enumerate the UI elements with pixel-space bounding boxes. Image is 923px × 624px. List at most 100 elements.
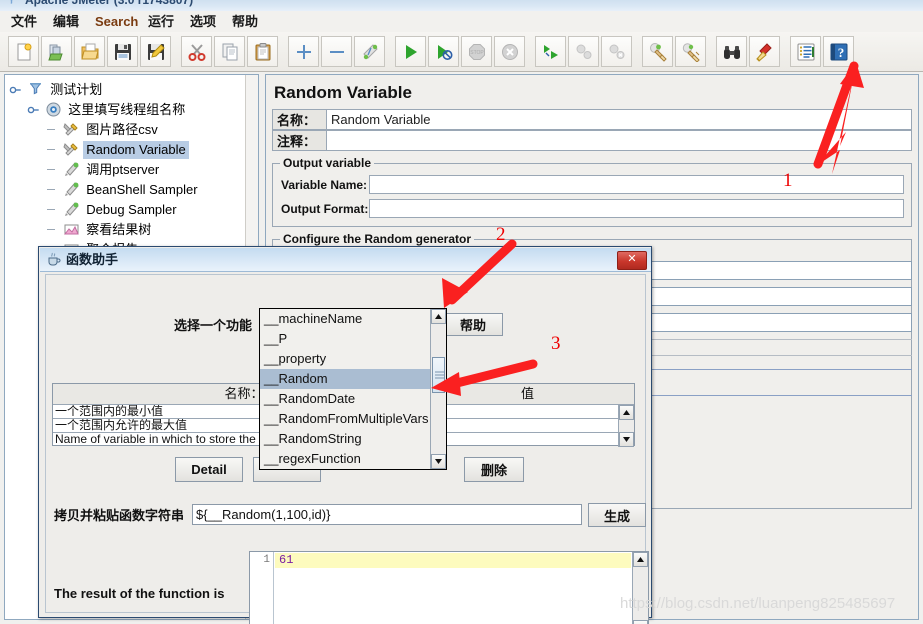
- start-button[interactable]: [395, 36, 426, 67]
- dialog-title: 函数助手: [66, 252, 119, 267]
- variable-name-label: Variable Name:: [281, 178, 368, 192]
- variable-name-input[interactable]: [369, 175, 904, 194]
- reset-search-button[interactable]: [749, 36, 780, 67]
- clear-button[interactable]: [642, 36, 673, 67]
- tree-node-label: 测试计划: [50, 81, 103, 97]
- tree-expand-handle-icon[interactable]: [9, 83, 23, 97]
- tree-node-csv-config[interactable]: 图片路径csv: [5, 119, 247, 139]
- dropdown-item-randomstring[interactable]: __RandomString: [260, 429, 430, 449]
- dropdown-item-random[interactable]: __Random: [260, 369, 430, 389]
- param-value[interactable]: [437, 433, 619, 446]
- dropdown-item-randomfrommultiplevars[interactable]: __RandomFromMultipleVars: [260, 409, 430, 429]
- param-value[interactable]: [437, 419, 619, 432]
- menu-run[interactable]: 运行: [143, 13, 179, 30]
- scroll-down-icon[interactable]: [619, 432, 634, 447]
- annotation-3: 3: [551, 333, 561, 354]
- dropdown-item-property[interactable]: __property: [260, 349, 430, 369]
- tree-node-debug-sampler[interactable]: Debug Sampler: [5, 199, 247, 219]
- name-field-row: 名称： Random Variable: [272, 109, 912, 130]
- tree-elbow-icon: [45, 221, 59, 238]
- scissors-icon: [188, 43, 205, 61]
- open-button[interactable]: [74, 36, 105, 67]
- tree-node-label: 察看结果树: [86, 221, 152, 237]
- function-helper-icon: [797, 43, 814, 60]
- menu-help[interactable]: 帮助: [227, 13, 263, 30]
- comment-input[interactable]: [326, 130, 912, 151]
- tree-expand-handle-icon[interactable]: [27, 103, 41, 117]
- copy-icon: [222, 43, 237, 60]
- menu-search[interactable]: Search: [90, 13, 143, 30]
- help-dialog-button[interactable]: 帮助: [443, 313, 503, 336]
- expand-button[interactable]: [288, 36, 319, 67]
- menu-options[interactable]: 选项: [185, 13, 221, 30]
- scroll-down-icon[interactable]: [633, 620, 648, 624]
- function-string-input[interactable]: ${__Random(1,100,id)}: [192, 504, 582, 525]
- scroll-up-icon[interactable]: [431, 309, 446, 324]
- tree-node-thread-group[interactable]: 这里填写线程组名称: [5, 99, 247, 119]
- dropdown-item-regexfunction[interactable]: __regexFunction: [260, 449, 430, 469]
- tree-node-test-plan[interactable]: 测试计划: [5, 79, 247, 99]
- templates-icon: [47, 44, 63, 60]
- menu-edit[interactable]: 编辑: [48, 13, 84, 30]
- dropdown-item-randomdate[interactable]: __RandomDate: [260, 389, 430, 409]
- scroll-up-icon[interactable]: [633, 552, 648, 567]
- dropdown-item-machinename[interactable]: __machineName: [260, 309, 430, 329]
- remote-shutdown-all-button: [601, 36, 632, 67]
- function-select-dropdown[interactable]: __machineName __P __property __Random __…: [259, 308, 447, 470]
- open-folder-icon: [80, 43, 99, 59]
- new-button[interactable]: [8, 36, 39, 67]
- table-vertical-scrollbar[interactable]: [618, 405, 634, 447]
- result-value: 61: [279, 553, 294, 567]
- output-format-input[interactable]: [369, 199, 904, 218]
- generate-button[interactable]: 生成: [588, 503, 646, 527]
- remote-start-all-button[interactable]: [535, 36, 566, 67]
- templates-button[interactable]: [41, 36, 72, 67]
- remote-start-icon: [543, 44, 558, 59]
- new-document-icon: [17, 43, 31, 60]
- stop-sign-icon: STOP: [468, 43, 485, 60]
- play-green-icon: [405, 44, 417, 59]
- close-icon[interactable]: ✕: [617, 251, 647, 270]
- toggle-pins-icon: [362, 43, 378, 59]
- delete-button[interactable]: 删除: [464, 457, 524, 482]
- scroll-down-icon[interactable]: [431, 454, 446, 469]
- save-as-icon: [147, 43, 165, 60]
- result-vertical-scrollbar[interactable]: [632, 552, 648, 624]
- column-header-value: 值: [520, 386, 534, 401]
- function-result-area[interactable]: 1 61: [249, 551, 649, 624]
- menu-file[interactable]: 文件: [6, 13, 42, 30]
- help-button[interactable]: ?: [823, 36, 854, 67]
- clear-all-button[interactable]: [675, 36, 706, 67]
- dropdown-item-p[interactable]: __P: [260, 329, 430, 349]
- save-button[interactable]: [107, 36, 138, 67]
- save-as-button[interactable]: [140, 36, 171, 67]
- dialog-titlebar: 函数助手 ✕: [40, 248, 651, 272]
- help-book-icon: ?: [830, 43, 847, 60]
- tree-node-call-ptserver[interactable]: 调用ptserver: [5, 159, 247, 179]
- remote-stop-all-button: [568, 36, 599, 67]
- tree-node-view-results-tree[interactable]: 察看结果树: [5, 219, 247, 239]
- tree-node-label: Debug Sampler: [86, 201, 177, 217]
- tree-elbow-icon: [45, 121, 59, 138]
- paste-button[interactable]: [247, 36, 278, 67]
- output-format-label: Output Format:: [281, 202, 369, 216]
- scroll-up-icon[interactable]: [619, 405, 634, 420]
- function-string-label: 拷贝并粘贴函数字符串: [54, 508, 185, 523]
- cut-button[interactable]: [181, 36, 212, 67]
- dropdown-scroll-thumb[interactable]: [432, 357, 445, 393]
- start-no-pauses-button[interactable]: [428, 36, 459, 67]
- collapse-button[interactable]: [321, 36, 352, 67]
- name-input[interactable]: Random Variable: [326, 109, 912, 130]
- detail-button[interactable]: Detail: [175, 457, 243, 482]
- search-button[interactable]: [716, 36, 747, 67]
- random-generator-group-title: Configure the Random generator: [280, 232, 475, 246]
- tree-node-beanshell-sampler[interactable]: BeanShell Sampler: [5, 179, 247, 199]
- svg-text:?: ?: [837, 45, 844, 60]
- dropdown-vertical-scrollbar[interactable]: [430, 309, 446, 469]
- function-helper-button[interactable]: [790, 36, 821, 67]
- toggle-button[interactable]: [354, 36, 385, 67]
- tree-node-random-variable[interactable]: Random Variable: [5, 139, 247, 159]
- param-value[interactable]: [437, 405, 619, 418]
- window-titlebar: Apache JMeter (3.0 r1743807): [0, 0, 923, 11]
- copy-button[interactable]: [214, 36, 245, 67]
